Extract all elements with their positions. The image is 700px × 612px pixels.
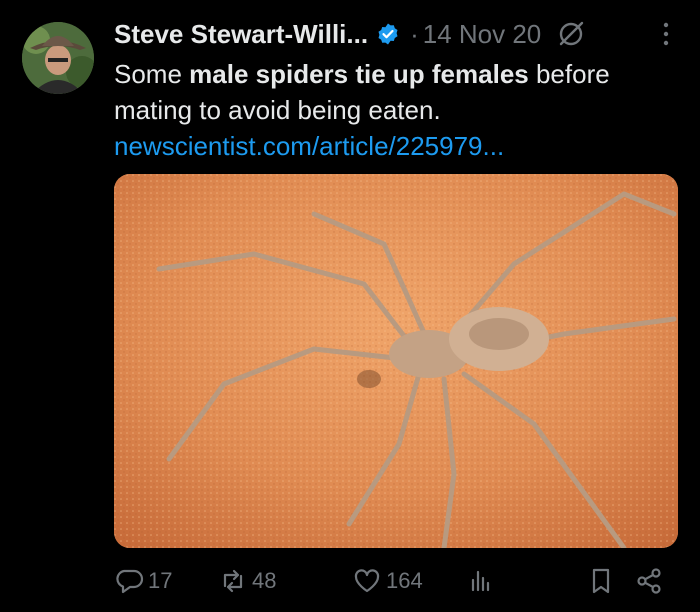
tweet-date[interactable]: 14 Nov 20 [423,19,542,50]
repost-icon [223,569,243,593]
tweet-header: Steve Stewart-Willi... · 14 Nov 20 [114,16,670,52]
avatar-image [22,22,94,94]
separator: · [410,18,419,49]
spider-photo [114,174,678,548]
author-name[interactable]: Steve Stewart-Willi... [114,19,368,50]
tweet-text-bold: male spiders tie up females [189,59,529,89]
repost-count: 48 [252,568,277,593]
bookmark-icon [592,568,610,594]
tweet-image[interactable] [114,174,678,548]
like-count: 164 [386,568,423,593]
avatar[interactable] [22,22,94,94]
views-button[interactable] [466,566,496,596]
action-bar: 17 48 164 [114,562,674,602]
reply-icon [116,569,144,594]
tweet-text: Some male spiders tie up females before … [114,56,674,164]
reply-count: 17 [148,568,173,593]
article-link[interactable]: newscientist.com/article/225979... [114,128,674,164]
like-icon [354,569,380,593]
more-icon[interactable] [662,20,670,48]
bookmark-button[interactable] [586,566,616,596]
grok-icon[interactable] [557,20,585,48]
verified-badge-icon [376,22,400,46]
views-icon [471,570,490,592]
like-button[interactable]: 164 [352,566,423,596]
reply-button[interactable]: 17 [114,566,172,596]
share-icon [637,568,661,594]
tweet-text-prefix: Some [114,59,190,89]
share-button[interactable] [634,566,664,596]
repost-button[interactable]: 48 [218,566,276,596]
